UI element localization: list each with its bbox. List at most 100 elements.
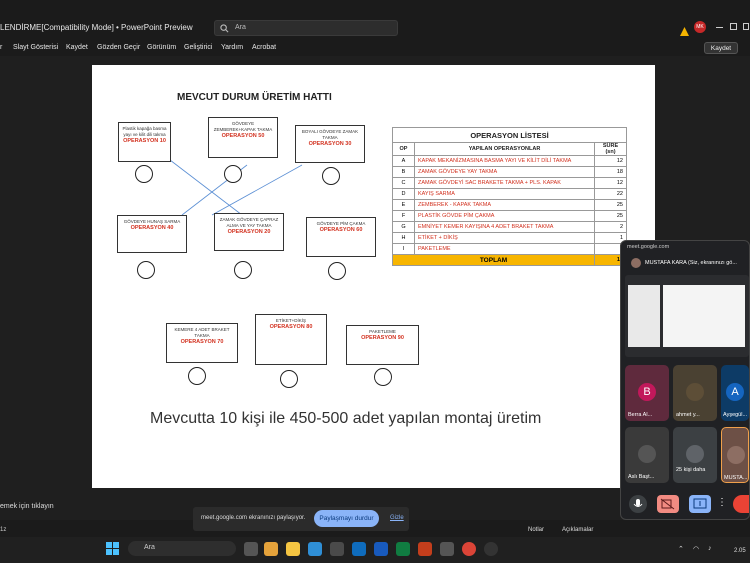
participant-name: Aslı Başt...	[628, 474, 655, 480]
hide-link[interactable]: Gizle	[390, 515, 404, 521]
clock[interactable]: 2.05	[734, 548, 746, 554]
menu-item-view[interactable]: Görünüm	[147, 44, 176, 51]
table-row: IPAKETLEME1	[392, 243, 627, 255]
mic-icon	[633, 499, 643, 507]
app-icon[interactable]	[440, 542, 454, 556]
station-desc: GÖVDEYE ZEMBEREK+KAPAK TAKMA	[213, 121, 273, 132]
notes-hint[interactable]: emek için tıklayın	[0, 503, 54, 510]
participant-tile[interactable]: Aslı Başt...	[625, 427, 669, 483]
menu-item-slideshow[interactable]: Slayt Gösterisi	[13, 44, 58, 51]
participant-name: Ayşegül...	[723, 412, 748, 418]
maximize-icon[interactable]	[730, 23, 737, 30]
leave-call-button[interactable]	[733, 495, 749, 513]
edge-icon[interactable]	[308, 542, 322, 556]
menu-item-review[interactable]: Gözden Geçir	[97, 44, 140, 51]
media-player-icon[interactable]	[484, 542, 498, 556]
presenter-avatar	[631, 258, 641, 268]
participant-tile[interactable]: MUSTA...	[721, 427, 749, 483]
outlook-icon[interactable]	[352, 542, 366, 556]
menu-item-cut[interactable]: r	[0, 44, 2, 51]
notes-button[interactable]: Notlar	[528, 527, 544, 533]
participant-avatar: A	[726, 383, 744, 401]
menu-item-developer[interactable]: Geliştirici	[184, 44, 212, 51]
participant-avatar	[727, 446, 745, 464]
menu-item-save[interactable]: Kaydet	[66, 44, 88, 51]
copilot-icon[interactable]	[264, 542, 278, 556]
taskbar-search[interactable]: Ara	[128, 541, 236, 556]
search-input[interactable]: Ara	[214, 20, 398, 36]
participant-name: 25 kişi daha	[676, 467, 706, 473]
save-button[interactable]: Kaydet	[704, 42, 738, 54]
powerpoint-icon[interactable]	[418, 542, 432, 556]
system-tray-icon[interactable]: ⌃	[678, 545, 684, 553]
participant-tile[interactable]: 25 kişi daha	[673, 427, 717, 483]
menu-item-help[interactable]: Yardım	[221, 44, 243, 51]
screen-share-preview	[625, 275, 749, 357]
meet-panel[interactable]: meet.google.com MUSTAFA KARA (Siz, ekran…	[620, 240, 750, 520]
share-text: meet.google.com ekranınızı paylaşıyor.	[201, 515, 306, 521]
participant-tile[interactable]: A Ayşegül...	[721, 365, 749, 421]
table-total-row: TOPLAM 17	[392, 254, 627, 266]
station-desc: PAKETLEME	[369, 329, 396, 334]
table-row: D KAYIŞ SARMA 22	[392, 188, 627, 200]
window-title: LENDİRME[Compatibility Mode] • PowerPoin…	[0, 23, 193, 32]
worker-icon	[322, 167, 340, 185]
table-row: G EMNİYET KEMER KAYIŞINA 4 ADET BRAKET TA…	[392, 221, 627, 233]
table-row: B ZAMAK GÖVDEYE YAY TAKMA 18	[392, 166, 627, 178]
station-op50: GÖVDEYE ZEMBEREK+KAPAK TAKMA OPERASYON 5…	[208, 117, 278, 158]
mic-button[interactable]	[629, 495, 647, 513]
worker-icon	[374, 368, 392, 386]
more-options-icon[interactable]: ⋮	[717, 497, 727, 508]
station-desc: ZAMAK GÖVDEYE ÇAPRAZ ALMA VE YAY TAKMA	[219, 217, 279, 228]
present-button[interactable]	[689, 495, 711, 513]
participant-name: MUSTA...	[724, 475, 748, 481]
station-op: OPERASYON 30	[308, 141, 352, 147]
worker-icon	[328, 262, 346, 280]
participant-avatar	[686, 445, 704, 463]
participant-tile[interactable]: ahmet y...	[673, 365, 717, 421]
camera-off-icon	[660, 498, 675, 510]
station-desc: ETİKET+DİKİŞ	[275, 318, 307, 323]
user-avatar[interactable]: MK	[694, 21, 706, 33]
wifi-icon[interactable]: ◠	[693, 545, 699, 553]
word-icon[interactable]	[374, 542, 388, 556]
minimize-icon[interactable]	[716, 27, 723, 28]
table-row: A KAPAK MEKANİZMASINA BASMA YAYI VE KİLİT…	[392, 155, 627, 167]
menu-item-acrobat[interactable]: Acrobat	[252, 44, 276, 51]
worker-icon	[188, 367, 206, 385]
comments-button[interactable]: Açıklamalar	[562, 527, 593, 533]
station-op: OPERASYON 10	[123, 138, 166, 144]
chrome-icon[interactable]	[462, 542, 476, 556]
station-op: OPERASYON 50	[221, 133, 265, 139]
slide-counter: 1z	[0, 527, 7, 533]
worker-icon	[234, 261, 252, 279]
task-view-icon[interactable]	[244, 542, 258, 556]
table-row: H ETİKET + DİKİŞ 1	[392, 232, 627, 244]
file-explorer-icon[interactable]	[286, 542, 300, 556]
station-op: OPERASYON 70	[180, 339, 224, 345]
camera-off-button[interactable]	[657, 495, 679, 513]
windows-start-icon[interactable]	[106, 542, 119, 555]
worker-icon	[137, 261, 155, 279]
table-title: OPERASYON LİSTESİ	[392, 127, 627, 143]
col-op: OP	[392, 142, 415, 156]
warning-icon[interactable]	[680, 23, 689, 36]
present-icon	[693, 498, 707, 509]
worker-icon	[135, 165, 153, 183]
participant-avatar	[686, 383, 704, 401]
stop-sharing-button[interactable]: Paylaşmayı durdur	[314, 510, 379, 527]
station-op30: BOYALI GÖVDEYE ZAMAK TAKMA OPERASYON 30	[295, 125, 365, 163]
station-desc: Plastik kapağa basma yayı ve kilit dili …	[122, 126, 167, 137]
station-op: OPERASYON 90	[361, 335, 404, 341]
store-icon[interactable]	[330, 542, 344, 556]
station-desc: BOYALI GÖVDEYE ZAMAK TAKMA	[301, 129, 359, 140]
search-icon	[220, 24, 229, 33]
excel-icon[interactable]	[396, 542, 410, 556]
station-op60: GÖVDEYE PİM ÇAKMA OPERASYON 60	[306, 217, 376, 257]
search-placeholder: Ara	[235, 24, 246, 31]
station-op: OPERASYON 60	[319, 227, 363, 233]
window-icon[interactable]	[743, 23, 749, 30]
participant-tile[interactable]: B Berra Al...	[625, 365, 669, 421]
station-op70: KEMERE 4 ADET BRAKET TAKMA OPERASYON 70	[166, 323, 238, 363]
volume-icon[interactable]: ♪	[708, 545, 712, 552]
